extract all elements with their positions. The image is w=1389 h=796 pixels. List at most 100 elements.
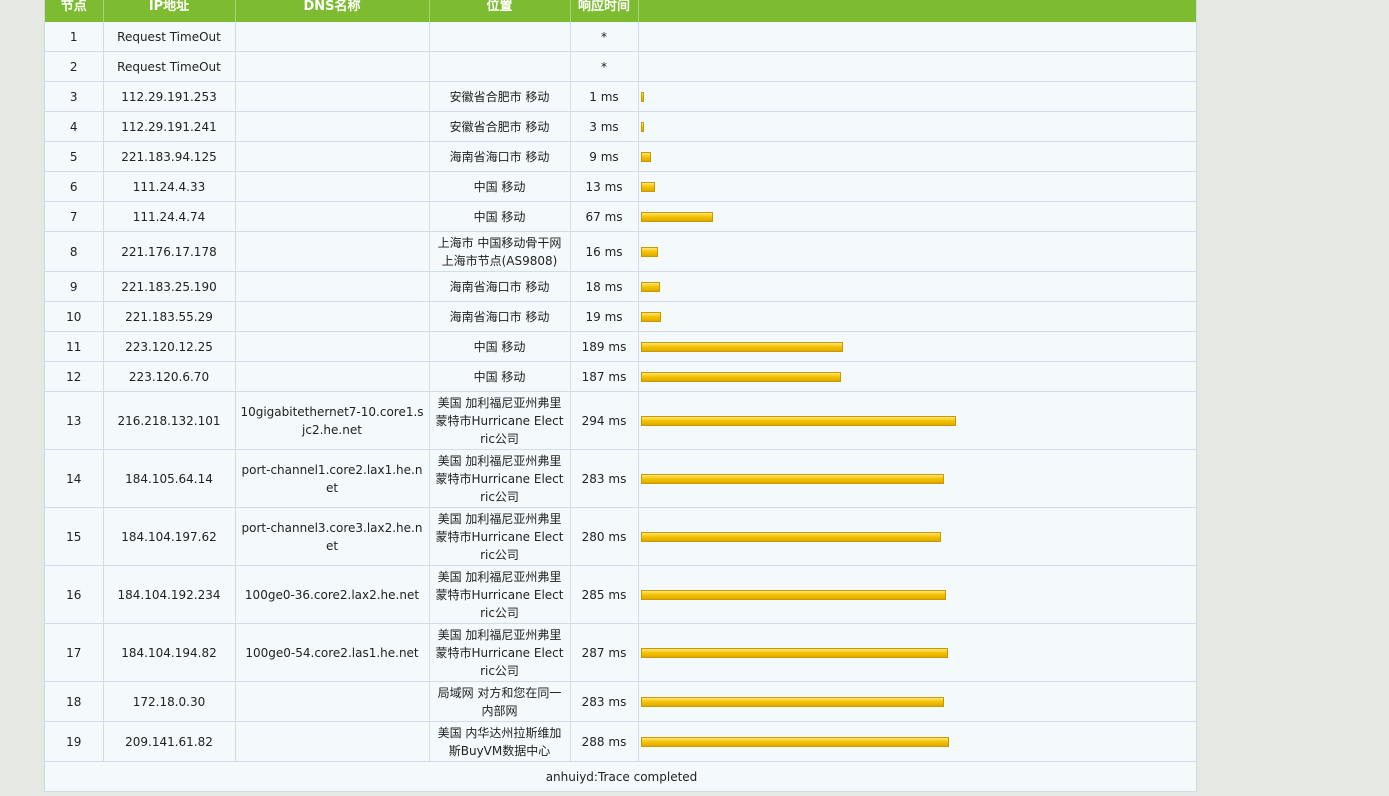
dns-cell: 100ge0-36.core2.lax2.he.net	[235, 565, 430, 624]
dns-cell: 100ge0-54.core2.las1.he.net	[235, 623, 430, 682]
response-time-cell: 189 ms	[570, 331, 639, 362]
response-time-cell: 285 ms	[570, 565, 639, 624]
response-bar-cell	[638, 51, 1196, 82]
response-time-bar	[640, 696, 944, 707]
hop-cell: 12	[45, 361, 104, 392]
response-bar-cell	[638, 171, 1196, 202]
response-time-cell: 67 ms	[570, 201, 639, 232]
dns-cell	[235, 301, 430, 332]
response-bar-cell	[638, 507, 1196, 566]
dns-cell: port-channel1.core2.lax1.he.net	[235, 449, 430, 508]
hop-cell: 8	[45, 231, 104, 272]
location-cell: 美国 加利福尼亚州弗里蒙特市Hurricane Electric公司	[429, 565, 571, 624]
location-cell: 海南省海口市 移动	[429, 301, 571, 332]
table-row: 16 184.104.192.234 100ge0-36.core2.lax2.he…	[45, 565, 1196, 624]
location-cell: 海南省海口市 移动	[429, 141, 571, 172]
hop-cell: 3	[45, 81, 104, 112]
response-time-cell: 13 ms	[570, 171, 639, 202]
hop-cell: 10	[45, 301, 104, 332]
location-cell: 中国 移动	[429, 361, 571, 392]
dns-cell	[235, 22, 430, 52]
table-row: 11 223.120.12.25 中国 移动 189 ms	[45, 331, 1196, 362]
table-row: 10 221.183.55.29 海南省海口市 移动 19 ms	[45, 301, 1196, 332]
response-bar-cell	[638, 331, 1196, 362]
ip-cell: 184.105.64.14	[103, 449, 236, 508]
dns-cell	[235, 681, 430, 722]
hop-cell: 2	[45, 51, 104, 82]
response-time-cell: 280 ms	[570, 507, 639, 566]
ip-cell: 221.176.17.178	[103, 231, 236, 272]
ip-cell: 112.29.191.253	[103, 81, 236, 112]
ip-cell: 221.183.94.125	[103, 141, 236, 172]
table-row: 6 111.24.4.33 中国 移动 13 ms	[45, 171, 1196, 202]
table-row: 12 223.120.6.70 中国 移动 187 ms	[45, 361, 1196, 392]
hop-cell: 7	[45, 201, 104, 232]
response-bar-cell	[638, 681, 1196, 722]
footer-row: anhuiyd:Trace completed	[45, 761, 1196, 792]
location-cell: 中国 移动	[429, 201, 571, 232]
dns-cell	[235, 231, 430, 272]
response-time-bar	[640, 151, 651, 162]
hop-cell: 17	[45, 623, 104, 682]
ip-cell: 111.24.4.74	[103, 201, 236, 232]
table-row: 4 112.29.191.241 安徽省合肥市 移动 3 ms	[45, 111, 1196, 142]
response-time-cell: 18 ms	[570, 271, 639, 302]
hop-cell: 11	[45, 331, 104, 362]
response-time-bar	[640, 371, 841, 382]
location-cell: 安徽省合肥市 移动	[429, 81, 571, 112]
response-time-cell: *	[570, 22, 639, 52]
dns-cell	[235, 271, 430, 302]
hop-cell: 13	[45, 391, 104, 450]
table-row: 1 Request TimeOut *	[45, 22, 1196, 52]
response-bar-cell	[638, 361, 1196, 392]
hop-cell: 1	[45, 22, 104, 52]
response-bar-cell	[638, 141, 1196, 172]
ip-cell: 216.218.132.101	[103, 391, 236, 450]
response-bar-cell	[638, 449, 1196, 508]
response-time-bar	[640, 531, 941, 542]
hop-cell: 14	[45, 449, 104, 508]
ip-cell: 184.104.192.234	[103, 565, 236, 624]
dns-cell: 10gigabitethernet7-10.core1.sjc2.he.net	[235, 391, 430, 450]
location-cell: 海南省海口市 移动	[429, 271, 571, 302]
location-cell: 安徽省合肥市 移动	[429, 111, 571, 142]
location-cell: 上海市 中国移动骨干网上海市节点(AS9808)	[429, 231, 571, 272]
response-bar-cell	[638, 22, 1196, 52]
response-time-cell: 3 ms	[570, 111, 639, 142]
ip-cell: 184.104.194.82	[103, 623, 236, 682]
response-time-cell: 283 ms	[570, 681, 639, 722]
header-response-time: 响应时间	[570, 0, 639, 22]
response-time-bar	[640, 311, 661, 322]
response-time-bar	[640, 589, 946, 600]
dns-cell	[235, 111, 430, 142]
response-bar-cell	[638, 565, 1196, 624]
traceroute-panel: 节点 IP地址 DNS名称 位置 响应时间 1 Request TimeOut * 2…	[44, 0, 1197, 792]
ip-cell: 223.120.6.70	[103, 361, 236, 392]
dns-cell	[235, 361, 430, 392]
location-cell: 美国 内华达州拉斯维加斯BuyVM数据中心	[429, 721, 571, 762]
response-time-cell: 187 ms	[570, 361, 639, 392]
ip-cell: 221.183.55.29	[103, 301, 236, 332]
trace-status: anhuiyd:Trace completed	[45, 761, 1196, 792]
response-bar-cell	[638, 111, 1196, 142]
location-cell: 中国 移动	[429, 171, 571, 202]
location-cell: 美国 加利福尼亚州弗里蒙特市Hurricane Electric公司	[429, 623, 571, 682]
header-bar	[638, 0, 1196, 22]
location-cell	[429, 51, 571, 82]
ip-cell: 172.18.0.30	[103, 681, 236, 722]
ip-cell: 221.183.25.190	[103, 271, 236, 302]
response-time-bar	[640, 341, 843, 352]
table-row: 15 184.104.197.62 port-channel3.core3.lax2…	[45, 507, 1196, 566]
dns-cell: port-channel3.core3.lax2.he.net	[235, 507, 430, 566]
response-time-bar	[640, 473, 944, 484]
response-time-bar	[640, 736, 949, 747]
header-hop: 节点	[45, 0, 104, 22]
dns-cell	[235, 721, 430, 762]
location-cell: 美国 加利福尼亚州弗里蒙特市Hurricane Electric公司	[429, 391, 571, 450]
dns-cell	[235, 331, 430, 362]
hop-cell: 18	[45, 681, 104, 722]
response-time-cell: *	[570, 51, 639, 82]
hop-cell: 19	[45, 721, 104, 762]
ip-cell: 111.24.4.33	[103, 171, 236, 202]
hop-cell: 15	[45, 507, 104, 566]
